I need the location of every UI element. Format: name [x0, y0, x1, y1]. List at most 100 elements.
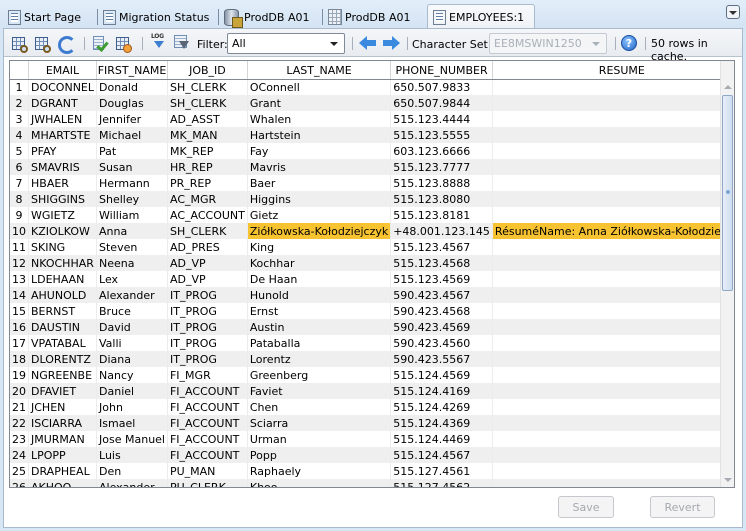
- cell-phone-number[interactable]: 515.127.4561: [390, 463, 493, 479]
- cell-email[interactable]: JWHALEN: [28, 111, 98, 127]
- table-row[interactable]: 12 NKOCHHAR Neena AD_VP Kochhar 515.123.4568: [10, 255, 734, 271]
- cell-first-name[interactable]: Nancy: [96, 367, 168, 383]
- cell-job-id[interactable]: PU_MAN: [167, 463, 248, 479]
- cell-job-id[interactable]: FI_ACCOUNT: [167, 383, 248, 399]
- cell-phone-number[interactable]: 590.423.4569: [390, 319, 493, 335]
- cell-email[interactable]: SKING: [28, 239, 98, 255]
- cell-first-name[interactable]: David: [96, 319, 168, 335]
- cell-first-name[interactable]: Luis: [96, 447, 168, 463]
- cell-phone-number[interactable]: 515.124.4369: [390, 415, 493, 431]
- cell-phone-number[interactable]: +48.001.123.145: [390, 223, 493, 239]
- cell-email[interactable]: WGIETZ: [28, 207, 98, 223]
- revert-button[interactable]: Revert: [650, 496, 715, 518]
- table-row[interactable]: 13 LDEHAAN Lex AD_VP De Haan 515.123.4569: [10, 271, 734, 287]
- cell-last-name[interactable]: Gietz: [247, 207, 392, 223]
- cell-resume[interactable]: [492, 351, 734, 367]
- cell-phone-number[interactable]: 515.123.8080: [390, 191, 493, 207]
- tab-migration-status[interactable]: Migration Status: [97, 6, 209, 28]
- cell-email[interactable]: NKOCHHAR: [28, 255, 98, 271]
- cell-job-id[interactable]: SH_CLERK: [167, 223, 248, 239]
- cell-resume[interactable]: [492, 431, 734, 447]
- cell-first-name[interactable]: Michael: [96, 127, 168, 143]
- cell-email[interactable]: SHIGGINS: [28, 191, 98, 207]
- cell-email[interactable]: LPOPP: [28, 447, 98, 463]
- cell-job-id[interactable]: IT_PROG: [167, 287, 248, 303]
- cell-job-id[interactable]: AD_VP: [167, 271, 248, 287]
- column-header-email[interactable]: EMAIL: [28, 61, 98, 80]
- cell-phone-number[interactable]: 515.123.4444: [390, 111, 493, 127]
- cell-resume[interactable]: [492, 367, 734, 383]
- commit-button[interactable]: [93, 35, 107, 51]
- cell-job-id[interactable]: FI_ACCOUNT: [167, 447, 248, 463]
- table-row[interactable]: 21 JCHEN John FI_ACCOUNT Chen 515.124.4269: [10, 399, 734, 415]
- table-row[interactable]: 10 KZIOLKOW Anna SH_CLERK Ziółkowska-Kołodzi…: [10, 223, 734, 239]
- cell-last-name[interactable]: Pataballa: [247, 335, 392, 351]
- tab-employees[interactable]: EMPLOYEES:1: [427, 4, 535, 29]
- cell-first-name[interactable]: Ismael: [96, 415, 168, 431]
- cell-last-name[interactable]: OConnell: [247, 79, 392, 95]
- cell-resume[interactable]: [492, 111, 734, 127]
- cell-email[interactable]: MHARTSTE: [28, 127, 98, 143]
- refresh-query-button[interactable]: [12, 35, 28, 53]
- cell-first-name[interactable]: Jose Manuel: [96, 431, 168, 447]
- cell-job-id[interactable]: PU_CLERK: [167, 479, 248, 487]
- cell-email[interactable]: LDEHAAN: [28, 271, 98, 287]
- cell-job-id[interactable]: FI_MGR: [167, 367, 248, 383]
- table-row[interactable]: 19 NGREENBE Nancy FI_MGR Greenberg 515.124.45…: [10, 367, 734, 383]
- cell-resume[interactable]: [492, 143, 734, 159]
- cell-resume[interactable]: [492, 303, 734, 319]
- cell-first-name[interactable]: Hermann: [96, 175, 168, 191]
- cell-resume[interactable]: [492, 255, 734, 271]
- cell-email[interactable]: VPATABAL: [28, 335, 98, 351]
- cell-first-name[interactable]: William: [96, 207, 168, 223]
- cell-phone-number[interactable]: 650.507.9833: [390, 79, 493, 95]
- cell-job-id[interactable]: AD_ASST: [167, 111, 248, 127]
- cell-email[interactable]: DLORENTZ: [28, 351, 98, 367]
- cell-first-name[interactable]: Den: [96, 463, 168, 479]
- cell-first-name[interactable]: Alexander: [96, 287, 168, 303]
- cell-phone-number[interactable]: 515.124.4469: [390, 431, 493, 447]
- table-row[interactable]: 5 PFAY Pat MK_REP Fay 603.123.6666: [10, 143, 734, 159]
- cell-resume[interactable]: [492, 271, 734, 287]
- cell-resume[interactable]: [492, 463, 734, 479]
- table-row[interactable]: 20 DFAVIET Daniel FI_ACCOUNT Faviet 515.124.4…: [10, 383, 734, 399]
- cell-email[interactable]: JCHEN: [28, 399, 98, 415]
- cell-phone-number[interactable]: 590.423.4560: [390, 335, 493, 351]
- cell-job-id[interactable]: AC_MGR: [167, 191, 248, 207]
- cell-job-id[interactable]: SH_CLERK: [167, 95, 248, 111]
- cell-phone-number[interactable]: 515.123.4568: [390, 255, 493, 271]
- table-row[interactable]: 26 AKHOO Alexander PU_CLERK Khoo 515.127.4562: [10, 479, 734, 487]
- cell-email[interactable]: AHUNOLD: [28, 287, 98, 303]
- cell-first-name[interactable]: Lex: [96, 271, 168, 287]
- cell-phone-number[interactable]: 590.423.4568: [390, 303, 493, 319]
- cell-last-name[interactable]: Khoo: [247, 479, 392, 487]
- cell-job-id[interactable]: IT_PROG: [167, 303, 248, 319]
- cell-phone-number[interactable]: 515.124.4569: [390, 367, 493, 383]
- rollback-button[interactable]: [116, 35, 132, 53]
- cell-email[interactable]: DFAVIET: [28, 383, 98, 399]
- cell-last-name[interactable]: Whalen: [247, 111, 392, 127]
- table-row[interactable]: 11 SKING Steven AD_PRES King 515.123.4567: [10, 239, 734, 255]
- cell-email[interactable]: DRAPHEAL: [28, 463, 98, 479]
- table-row[interactable]: 18 DLORENTZ Diana IT_PROG Lorentz 590.423.556…: [10, 351, 734, 367]
- cell-email[interactable]: KZIOLKOW: [28, 223, 98, 239]
- cell-job-id[interactable]: MK_REP: [167, 143, 248, 159]
- table-row[interactable]: 25 DRAPHEAL Den PU_MAN Raphaely 515.127.4561: [10, 463, 734, 479]
- filter-button[interactable]: [174, 35, 190, 51]
- cell-phone-number[interactable]: 515.123.8888: [390, 175, 493, 191]
- cell-first-name[interactable]: Donald: [96, 79, 168, 95]
- cell-email[interactable]: AKHOO: [28, 479, 98, 487]
- previous-button[interactable]: [359, 35, 377, 51]
- cell-phone-number[interactable]: 515.124.4169: [390, 383, 493, 399]
- cell-last-name[interactable]: Hartstein: [247, 127, 392, 143]
- cell-email[interactable]: ISCIARRA: [28, 415, 98, 431]
- cell-phone-number[interactable]: 515.123.8181: [390, 207, 493, 223]
- cell-email[interactable]: JMURMAN: [28, 431, 98, 447]
- cell-resume[interactable]: [492, 79, 734, 95]
- cell-first-name[interactable]: Diana: [96, 351, 168, 367]
- cell-last-name[interactable]: Mavris: [247, 159, 392, 175]
- cell-email[interactable]: HBAER: [28, 175, 98, 191]
- table-row[interactable]: 16 DAUSTIN David IT_PROG Austin 590.423.4569: [10, 319, 734, 335]
- cell-phone-number[interactable]: 515.124.4567: [390, 447, 493, 463]
- cell-first-name[interactable]: Jennifer: [96, 111, 168, 127]
